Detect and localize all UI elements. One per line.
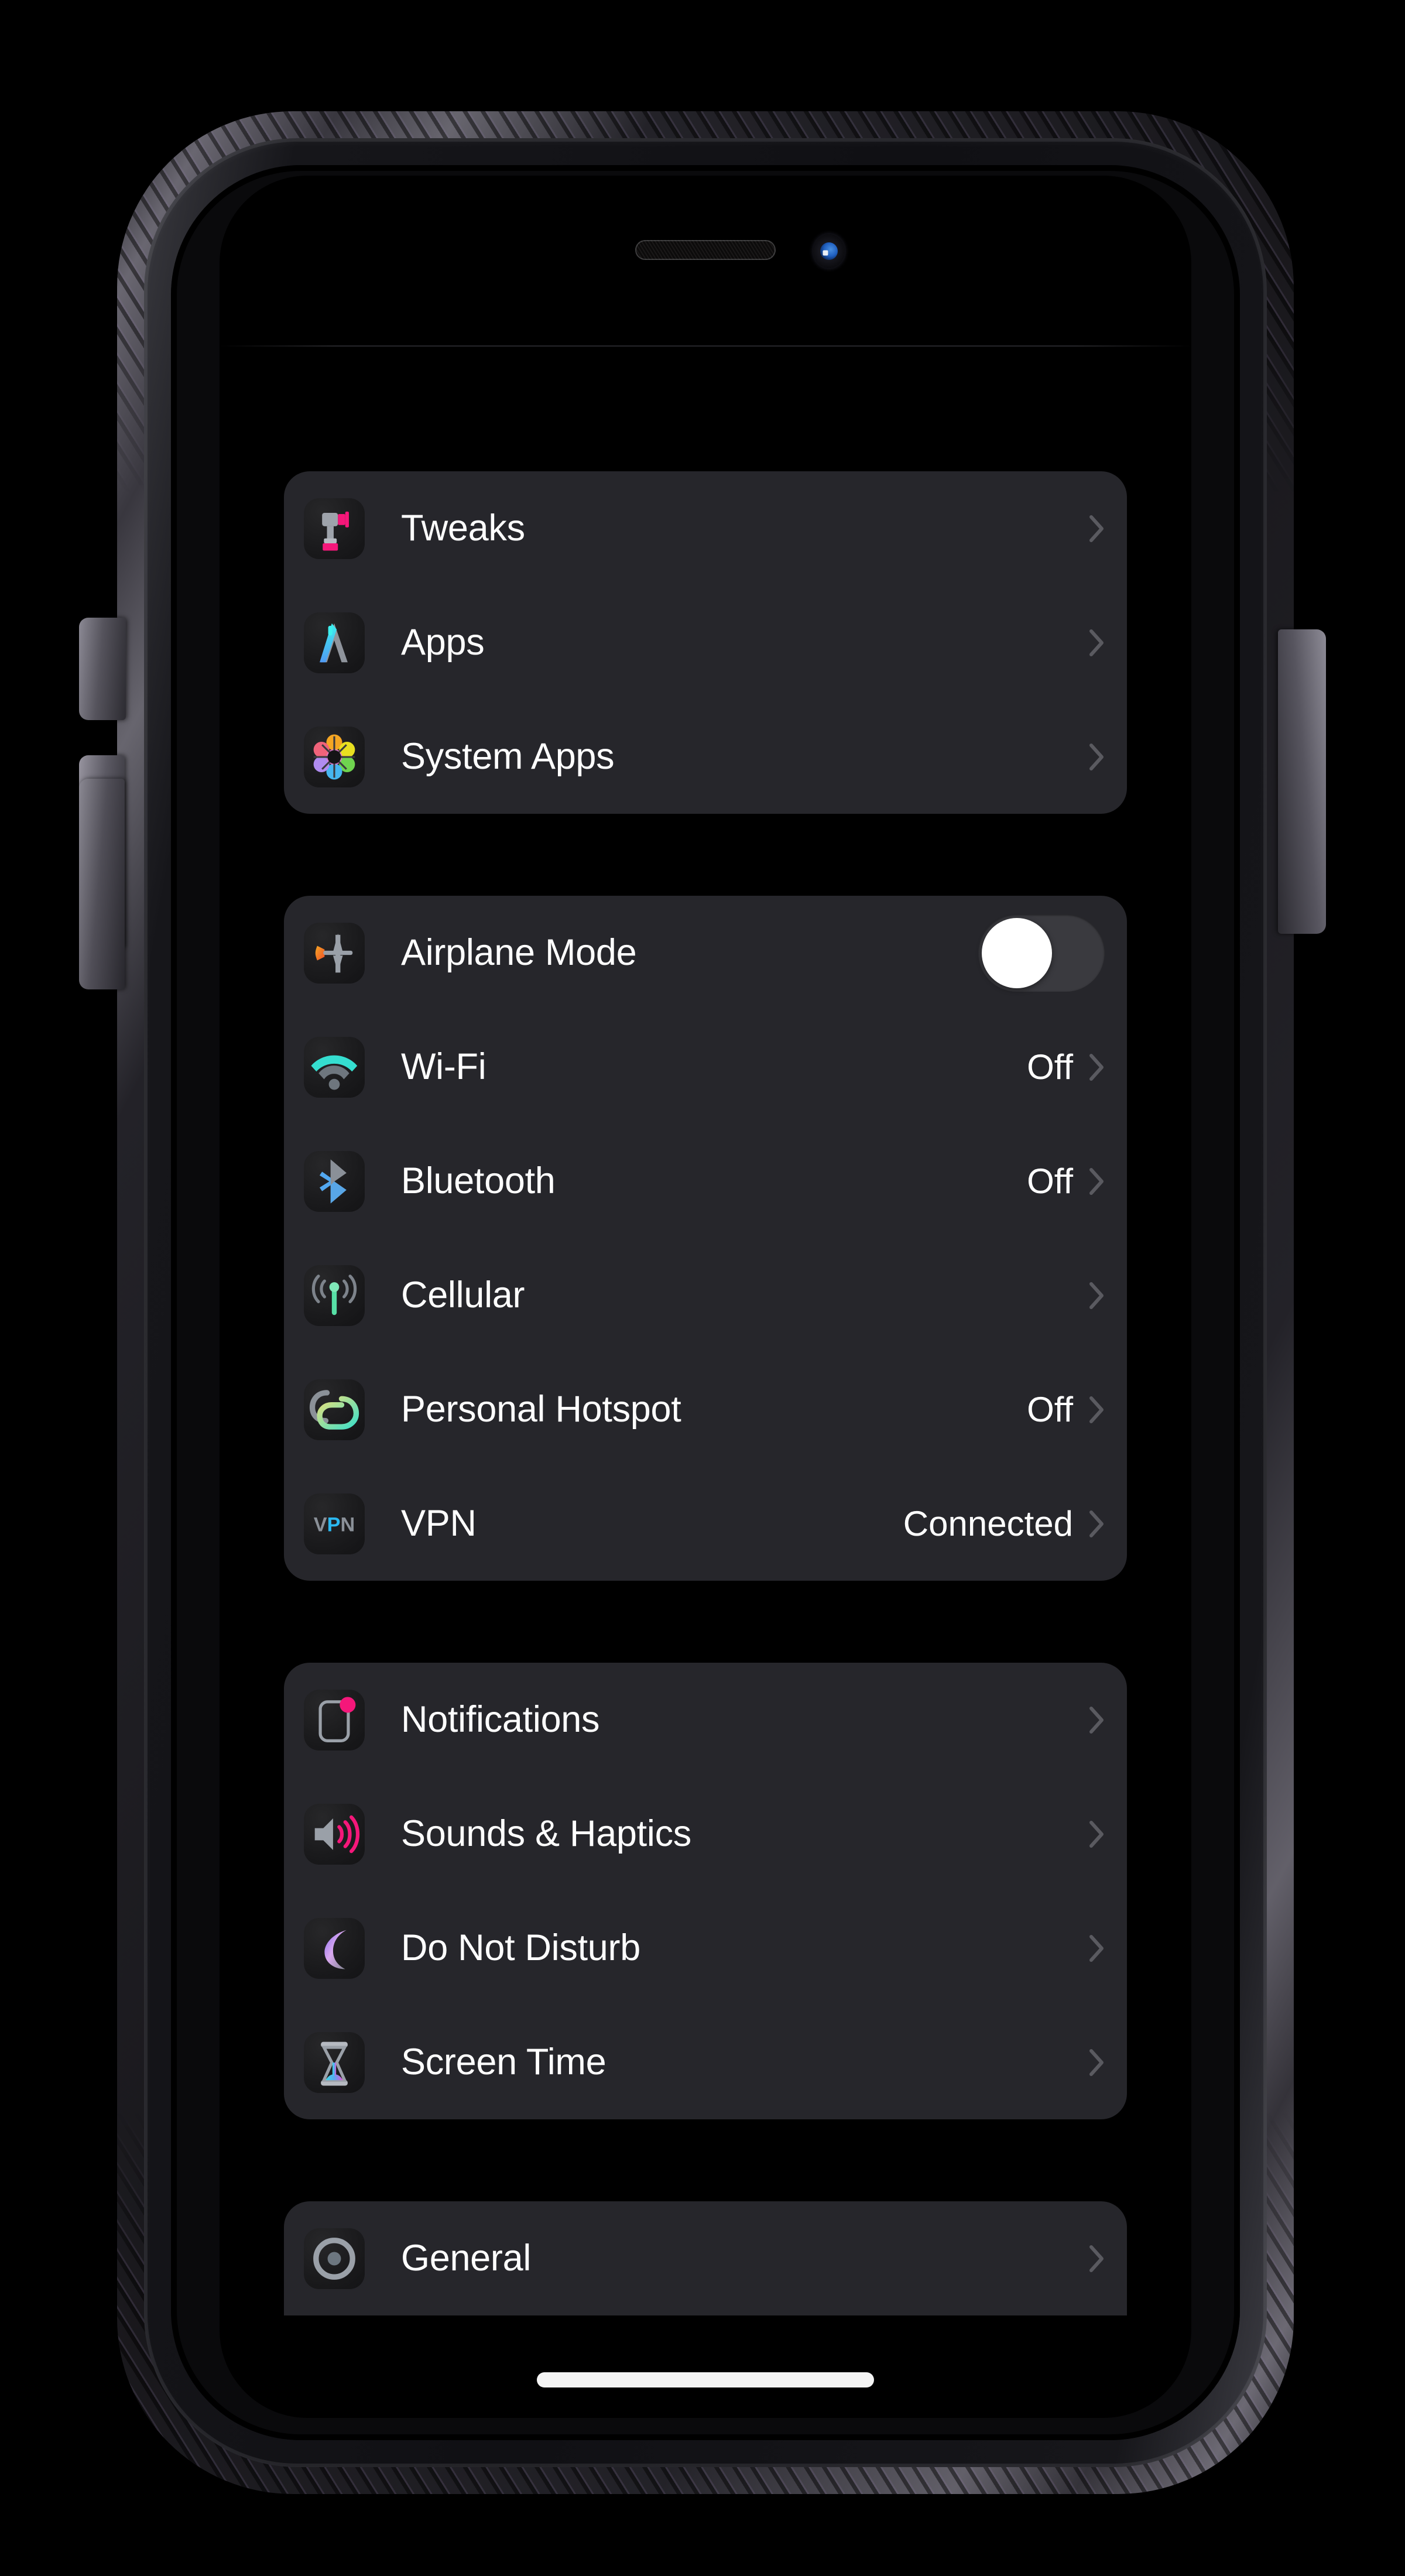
chevron-right-icon bbox=[1088, 629, 1105, 657]
settings-row-accessory bbox=[978, 914, 1105, 992]
customization-group: Tweaks Apps System Apps bbox=[284, 471, 1127, 814]
alerts-group: Notifications Sounds & Haptics Do Not Di… bbox=[284, 1663, 1127, 2119]
chevron-right-icon bbox=[1088, 1934, 1105, 1962]
chevron-right-icon bbox=[1088, 1510, 1105, 1538]
settings-row-accessory: Off bbox=[1027, 1047, 1105, 1087]
settings-row-label: VPN bbox=[401, 1503, 477, 1544]
settings-row[interactable]: System Apps bbox=[284, 700, 1127, 814]
settings-row-accessory: Connected bbox=[903, 1506, 1105, 1542]
volume-down-button[interactable] bbox=[79, 779, 125, 989]
settings-row-accessory: Off bbox=[1027, 1392, 1105, 1427]
settings-row-value: Connected bbox=[903, 1503, 1073, 1543]
gear-icon bbox=[304, 2228, 365, 2289]
settings-row[interactable]: Screen Time bbox=[284, 2005, 1127, 2119]
wifi-icon bbox=[304, 1036, 365, 1098]
settings-row-label: Do Not Disturb bbox=[401, 1927, 640, 1968]
settings-row[interactable]: Bluetooth Off bbox=[284, 1124, 1127, 1238]
settings-row[interactable]: Sounds & Haptics bbox=[284, 1777, 1127, 1891]
drill-icon bbox=[304, 498, 365, 559]
settings-row-label: Tweaks bbox=[401, 508, 525, 549]
settings-row-label: Personal Hotspot bbox=[401, 1389, 681, 1430]
moon-icon bbox=[304, 1917, 365, 1979]
settings-row-label: System Apps bbox=[401, 736, 615, 777]
notifications-icon bbox=[304, 1689, 365, 1751]
power-button[interactable] bbox=[1278, 629, 1326, 934]
settings-row[interactable]: Tweaks bbox=[284, 471, 1127, 585]
settings-row-label: Screen Time bbox=[401, 2041, 606, 2082]
status-divider bbox=[220, 345, 1191, 347]
settings-row-accessory bbox=[1088, 1282, 1105, 1310]
chevron-right-icon bbox=[1088, 1396, 1105, 1424]
chevron-right-icon bbox=[1088, 515, 1105, 543]
settings-row-label: Apps bbox=[401, 622, 485, 663]
settings-row-accessory bbox=[1088, 1820, 1105, 1848]
speaker-grille-icon bbox=[635, 240, 776, 260]
vpn-icon: VPN bbox=[304, 1493, 365, 1554]
settings-row[interactable]: Apps bbox=[284, 585, 1127, 700]
front-camera-icon bbox=[813, 234, 845, 268]
home-indicator[interactable] bbox=[537, 2372, 874, 2387]
chevron-right-icon bbox=[1088, 1053, 1105, 1081]
svg-text:VPN: VPN bbox=[314, 1513, 355, 1536]
toggle-knob bbox=[982, 917, 1052, 988]
notch-area bbox=[220, 176, 1191, 471]
settings-row-value: Off bbox=[1027, 1047, 1073, 1087]
settings-row-accessory bbox=[1088, 2049, 1105, 2077]
system-group-partial: General bbox=[284, 2201, 1127, 2315]
airplane-mode-toggle[interactable] bbox=[978, 914, 1105, 992]
settings-list[interactable]: Tweaks Apps System Apps Airplane Mode Wi… bbox=[220, 471, 1191, 2418]
settings-row-value: Off bbox=[1027, 1389, 1073, 1429]
settings-row[interactable]: VPN VPN Connected bbox=[284, 1467, 1127, 1581]
settings-row-accessory bbox=[1088, 2245, 1105, 2273]
connectivity-group: Airplane Mode Wi-Fi Off Bluetooth Off Cell… bbox=[284, 896, 1127, 1581]
settings-row-label: Wi-Fi bbox=[401, 1046, 486, 1087]
silent-switch[interactable] bbox=[79, 618, 126, 720]
chevron-right-icon bbox=[1088, 1167, 1105, 1195]
settings-row-label: Notifications bbox=[401, 1699, 600, 1740]
settings-row-value: Off bbox=[1027, 1161, 1073, 1201]
settings-row[interactable]: Personal Hotspot Off bbox=[284, 1352, 1127, 1467]
settings-row-label: General bbox=[401, 2238, 532, 2279]
settings-row-accessory: Off bbox=[1027, 1161, 1105, 1201]
hourglass-icon bbox=[304, 2032, 365, 2093]
settings-row[interactable]: General bbox=[284, 2201, 1127, 2315]
bluetooth-icon bbox=[304, 1150, 365, 1212]
settings-row-label: Sounds & Haptics bbox=[401, 1813, 691, 1854]
settings-row-accessory bbox=[1088, 743, 1105, 771]
settings-row[interactable]: Wi-Fi Off bbox=[284, 1010, 1127, 1124]
settings-row-accessory bbox=[1088, 1934, 1105, 1962]
chevron-right-icon bbox=[1088, 1820, 1105, 1848]
settings-row-accessory bbox=[1088, 515, 1105, 543]
settings-row-accessory bbox=[1088, 629, 1105, 657]
phone-screen: Tweaks Apps System Apps Airplane Mode Wi… bbox=[220, 176, 1191, 2418]
settings-row[interactable]: Do Not Disturb bbox=[284, 1891, 1127, 2005]
settings-row-label: Bluetooth bbox=[401, 1160, 556, 1201]
chevron-right-icon bbox=[1088, 1282, 1105, 1310]
chevron-right-icon bbox=[1088, 1706, 1105, 1734]
chevron-right-icon bbox=[1088, 743, 1105, 771]
settings-row-label: Cellular bbox=[401, 1275, 525, 1316]
settings-row[interactable]: Airplane Mode bbox=[284, 896, 1127, 1010]
sounds-icon bbox=[304, 1803, 365, 1865]
system-apps-icon bbox=[304, 726, 365, 787]
settings-row[interactable]: Notifications bbox=[284, 1663, 1127, 1777]
cellular-icon bbox=[304, 1265, 365, 1326]
camera-specular-highlight bbox=[823, 250, 828, 256]
chevron-right-icon bbox=[1088, 2245, 1105, 2273]
settings-row-label: Airplane Mode bbox=[401, 932, 637, 973]
app-store-icon bbox=[304, 612, 365, 673]
settings-row-accessory bbox=[1088, 1706, 1105, 1734]
airplane-icon bbox=[304, 922, 365, 984]
settings-row[interactable]: Cellular bbox=[284, 1238, 1127, 1352]
chevron-right-icon bbox=[1088, 2049, 1105, 2077]
hotspot-icon bbox=[304, 1379, 365, 1440]
